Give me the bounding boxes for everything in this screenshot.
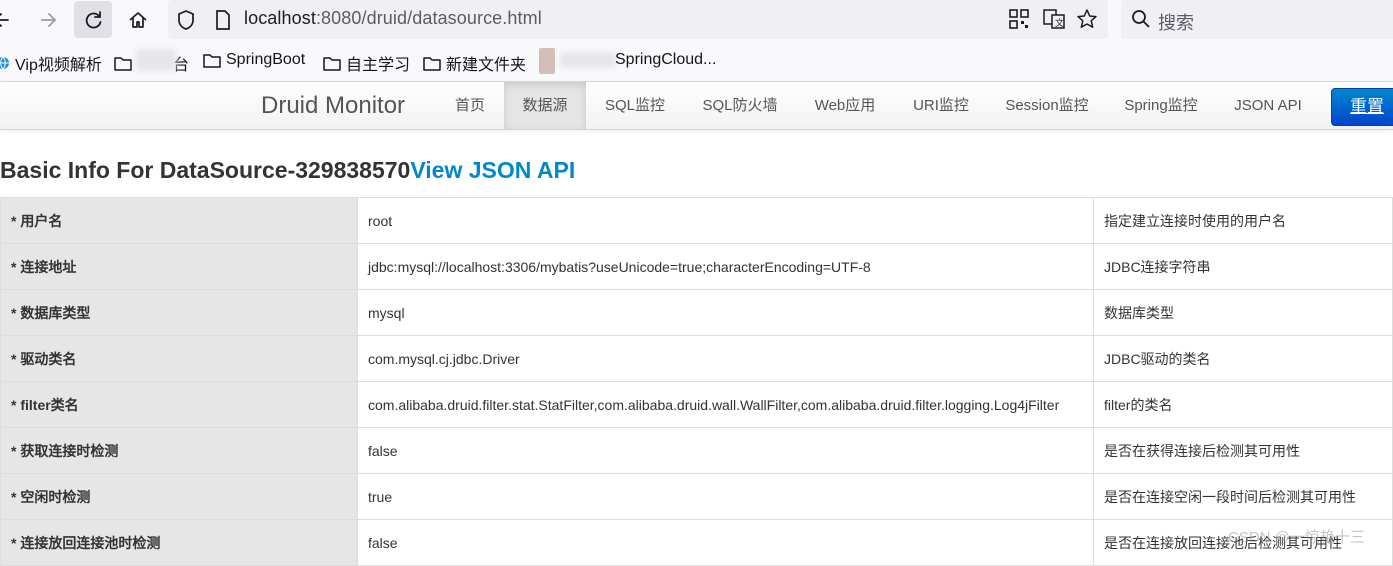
row-key: * 获取连接时检测 xyxy=(0,427,358,474)
bookmark-folder[interactable]: SpringBoot xyxy=(203,51,305,69)
row-value: com.mysql.cj.jdbc.Driver xyxy=(357,335,1094,382)
row-description: 是否在连接空闲一段时间后检测其可用性 xyxy=(1093,473,1393,520)
brand-title[interactable]: Druid Monitor xyxy=(261,92,405,120)
row-description: 指定建立连接时使用的用户名 xyxy=(1093,197,1393,244)
row-description: JDBC驱动的类名 xyxy=(1093,335,1393,382)
page-title: Basic Info For DataSource-329838570View … xyxy=(0,157,575,184)
bookmark-label: Vip视频解析 xyxy=(15,57,102,74)
folder-icon xyxy=(203,53,221,68)
bookmark-label: SpringCloud... xyxy=(615,51,717,68)
row-value: jdbc:mysql://localhost:3306/mybatis?useU… xyxy=(357,243,1094,290)
row-value: true xyxy=(357,473,1094,520)
nav-session-monitor[interactable]: Session监控 xyxy=(990,82,1104,129)
nav-uri-monitor[interactable]: URI监控 xyxy=(898,82,984,129)
reset-button[interactable]: 重置 xyxy=(1331,88,1393,126)
nav-sql-firewall[interactable]: SQL防火墙 xyxy=(686,82,794,129)
table-row: * 获取连接时检测 false 是否在获得连接后检测其可用性 xyxy=(0,427,1393,474)
redacted-block xyxy=(136,49,176,71)
browser-toolbar: 文 localhost:8080/druid/datasource.html 搜… xyxy=(0,0,1393,40)
bookmarks-bar: Vip视频解析 台 SpringBoot 自主学习 新建文件夹 SpringCl… xyxy=(0,40,1393,82)
druid-navbar: Druid Monitor 首页 数据源 SQL监控 SQL防火墙 Web应用 … xyxy=(0,82,1393,130)
qr-code-icon[interactable] xyxy=(1008,8,1030,30)
home-icon xyxy=(129,11,147,28)
datasource-info-table: * 用户名 root 指定建立连接时使用的用户名 * 连接地址 jdbc:mysql:… xyxy=(0,197,1393,566)
row-description: filter的类名 xyxy=(1093,381,1393,428)
shield-icon[interactable] xyxy=(176,9,196,31)
url-path: :8080/druid/datasource.html xyxy=(315,8,542,28)
row-value: root xyxy=(357,197,1094,244)
nav-spring-monitor[interactable]: Spring监控 xyxy=(1110,82,1212,129)
row-key: * 连接放回连接池时检测 xyxy=(0,519,358,566)
table-row: * 驱动类名 com.mysql.cj.jdbc.Driver JDBC驱动的类名 xyxy=(0,335,1393,382)
nav-web-app[interactable]: Web应用 xyxy=(800,82,890,129)
favicon-image xyxy=(539,48,555,74)
bookmark-star-icon[interactable] xyxy=(1076,8,1098,30)
nav-json-api[interactable]: JSON API xyxy=(1220,82,1316,129)
row-key: * filter类名 xyxy=(0,381,358,428)
folder-icon xyxy=(423,56,441,71)
nav-home[interactable]: 首页 xyxy=(437,82,503,129)
row-value: false xyxy=(357,519,1094,566)
row-value: com.alibaba.druid.filter.stat.StatFilter… xyxy=(357,381,1094,428)
svg-text:文: 文 xyxy=(1055,17,1064,29)
nav-sql-monitor[interactable]: SQL监控 xyxy=(590,82,680,129)
home-button[interactable] xyxy=(119,1,157,38)
bookmark-item[interactable]: Vip视频解析 xyxy=(0,51,102,75)
table-row: * 连接地址 jdbc:mysql://localhost:3306/mybati… xyxy=(0,243,1393,290)
reload-icon xyxy=(85,10,102,28)
bookmark-label: 自主学习 xyxy=(346,57,411,74)
table-row: * 空闲时检测 true 是否在连接空闲一段时间后检测其可用性 xyxy=(0,473,1393,520)
forward-button[interactable] xyxy=(30,1,68,38)
bookmark-folder[interactable]: 新建文件夹 xyxy=(423,51,526,75)
nav-datasource[interactable]: 数据源 xyxy=(504,82,586,129)
row-key: * 驱动类名 xyxy=(0,335,358,382)
reload-button[interactable] xyxy=(74,1,112,38)
search-icon xyxy=(1132,10,1150,28)
row-description: 是否在获得连接后检测其可用性 xyxy=(1093,427,1393,474)
search-placeholder: 搜索 xyxy=(1158,13,1194,33)
table-row: * 连接放回连接池时检测 false 是否在连接放回连接池后检测其可用性 xyxy=(0,519,1393,566)
bookmark-label: 新建文件夹 xyxy=(446,57,527,74)
bookmark-label: SpringBoot xyxy=(226,51,306,68)
row-value: mysql xyxy=(357,289,1094,336)
row-key: * 用户名 xyxy=(0,197,358,244)
folder-icon xyxy=(114,56,132,71)
page-info-icon[interactable] xyxy=(214,9,232,31)
table-row: * 数据库类型 mysql 数据库类型 xyxy=(0,289,1393,336)
bookmark-folder[interactable]: 自主学习 xyxy=(323,51,410,75)
row-key: * 空闲时检测 xyxy=(0,473,358,520)
watermark: CSDN @一惊艳十三 xyxy=(1228,529,1365,546)
folder-icon xyxy=(323,56,341,71)
translate-icon[interactable]: 文 xyxy=(1042,8,1066,30)
url-host: localhost xyxy=(244,8,316,28)
row-key: * 连接地址 xyxy=(0,243,358,290)
row-description: JDBC连接字符串 xyxy=(1093,243,1393,290)
back-button[interactable] xyxy=(0,1,20,38)
view-json-api-link[interactable]: View JSON API xyxy=(410,157,575,183)
row-value: false xyxy=(357,427,1094,474)
redacted-block xyxy=(560,52,616,68)
url-text: localhost:8080/druid/datasource.html xyxy=(244,8,542,29)
globe-icon xyxy=(0,56,9,70)
datasource-title: Basic Info For DataSource-329838570 xyxy=(0,157,411,183)
table-row: * filter类名 com.alibaba.druid.filter.stat.… xyxy=(0,381,1393,428)
bookmark-item[interactable]: SpringCloud... xyxy=(615,51,716,69)
table-row: * 用户名 root 指定建立连接时使用的用户名 xyxy=(0,197,1393,244)
row-description: 数据库类型 xyxy=(1093,289,1393,336)
forward-arrow-icon xyxy=(41,12,57,27)
row-key: * 数据库类型 xyxy=(0,289,358,336)
back-arrow-icon xyxy=(0,12,9,27)
